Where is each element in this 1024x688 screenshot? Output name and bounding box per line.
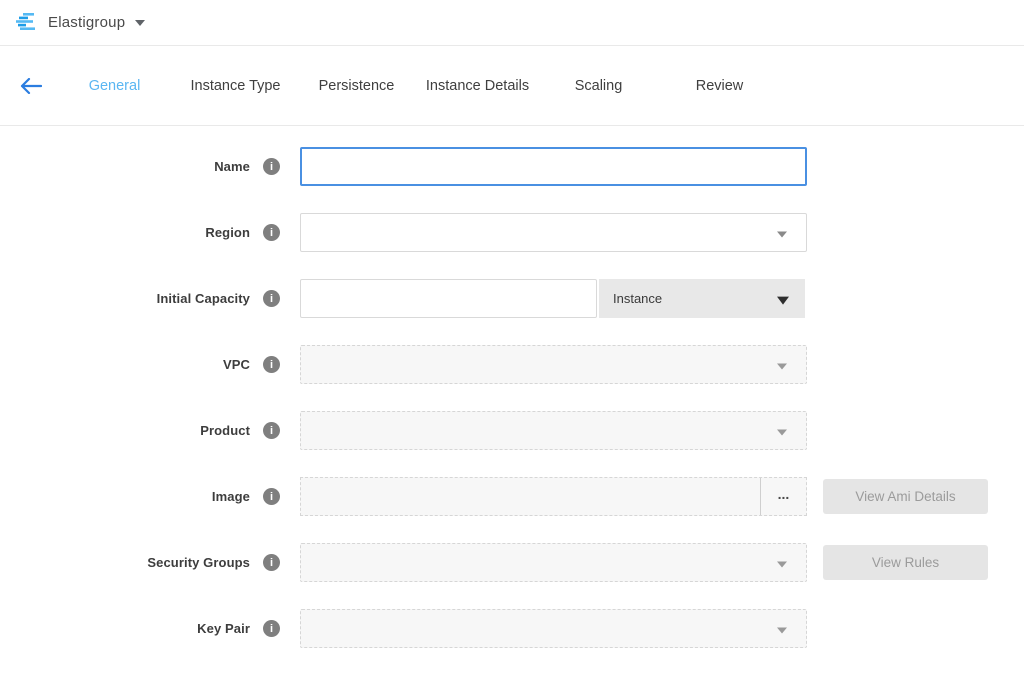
capacity-unit-select[interactable]: Instance xyxy=(599,279,805,318)
chevron-down-icon xyxy=(777,363,787,369)
image-row: Image i ... View Ami Details xyxy=(0,477,1024,516)
name-row: Name i xyxy=(0,147,1024,186)
region-select[interactable] xyxy=(300,213,807,252)
vpc-row: VPC i xyxy=(0,345,1024,384)
arrow-left-icon xyxy=(20,78,42,94)
chevron-down-icon xyxy=(777,231,787,237)
region-row: Region i xyxy=(0,213,1024,252)
view-ami-details-button[interactable]: View Ami Details xyxy=(823,479,988,514)
chevron-down-icon xyxy=(777,627,787,633)
product-row: Product i xyxy=(0,411,1024,450)
product-select xyxy=(300,411,807,450)
info-icon[interactable]: i xyxy=(263,290,280,307)
security-groups-select xyxy=(300,543,807,582)
info-icon[interactable]: i xyxy=(263,422,280,439)
info-icon[interactable]: i xyxy=(263,620,280,637)
info-icon[interactable]: i xyxy=(263,224,280,241)
key-pair-row: Key Pair i xyxy=(0,609,1024,648)
wizard-tabs: General Instance Type Persistence Instan… xyxy=(54,78,780,94)
image-value xyxy=(301,478,760,515)
image-browse-button[interactable]: ... xyxy=(760,478,806,515)
security-groups-row: Security Groups i View Rules xyxy=(0,543,1024,582)
info-icon[interactable]: i xyxy=(263,554,280,571)
initial-capacity-label: Initial Capacity xyxy=(0,291,250,306)
vpc-label: VPC xyxy=(0,357,250,372)
region-label: Region xyxy=(0,225,250,240)
name-label: Name xyxy=(0,159,250,174)
key-pair-label: Key Pair xyxy=(0,621,250,636)
back-button[interactable] xyxy=(18,73,44,99)
key-pair-select xyxy=(300,609,807,648)
product-label: Product xyxy=(0,423,250,438)
tab-instance-type[interactable]: Instance Type xyxy=(175,78,296,94)
chevron-down-icon xyxy=(777,561,787,567)
tab-persistence[interactable]: Persistence xyxy=(296,78,417,94)
initial-capacity-input[interactable] xyxy=(300,279,597,318)
image-label: Image xyxy=(0,489,250,504)
info-icon[interactable]: i xyxy=(263,158,280,175)
view-rules-button[interactable]: View Rules xyxy=(823,545,988,580)
tab-scaling[interactable]: Scaling xyxy=(538,78,659,94)
chevron-down-icon xyxy=(777,296,789,304)
chevron-down-icon xyxy=(777,429,787,435)
tab-review[interactable]: Review xyxy=(659,78,780,94)
tab-general[interactable]: General xyxy=(54,78,175,94)
initial-capacity-row: Initial Capacity i Instance xyxy=(0,279,1024,318)
general-form: Name i Region i Initial Capacity i Insta… xyxy=(0,126,1024,648)
capacity-unit-value: Instance xyxy=(613,291,662,306)
tab-instance-details[interactable]: Instance Details xyxy=(417,78,538,94)
wizard-tabbar: General Instance Type Persistence Instan… xyxy=(0,46,1024,126)
elastigroup-logo-icon xyxy=(15,13,39,33)
app-title: Elastigroup xyxy=(48,14,125,31)
info-icon[interactable]: i xyxy=(263,488,280,505)
image-field: ... xyxy=(300,477,807,516)
app-switcher-caret-icon[interactable] xyxy=(135,20,145,26)
app-header: Elastigroup xyxy=(0,0,1024,46)
vpc-select xyxy=(300,345,807,384)
security-groups-label: Security Groups xyxy=(0,555,250,570)
name-input[interactable] xyxy=(300,147,807,186)
info-icon[interactable]: i xyxy=(263,356,280,373)
